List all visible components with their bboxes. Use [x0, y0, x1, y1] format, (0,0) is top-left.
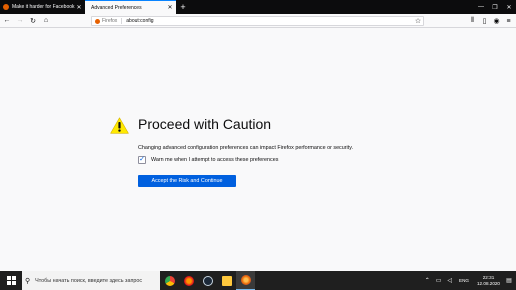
new-tab-button[interactable]: + [176, 0, 190, 14]
clock-date: 12.08.2020 [477, 280, 500, 286]
home-icon[interactable]: ⌂ [40, 15, 52, 27]
minimize-icon[interactable]: — [474, 0, 488, 14]
bookmark-star-icon[interactable]: ☆ [413, 17, 423, 25]
windows-taskbar: ⚲ Чтобы начать поиск, введите здесь запр… [0, 271, 516, 290]
close-tab-icon[interactable]: ✕ [75, 4, 83, 11]
tab-facebook-article[interactable]: Make it harder for Facebook to ✕ [0, 0, 85, 14]
close-window-icon[interactable]: ✕ [502, 0, 516, 14]
reload-icon[interactable]: ↻ [27, 15, 39, 27]
warning-icon [110, 117, 129, 134]
file-explorer-icon[interactable] [217, 271, 236, 290]
library-icon[interactable]: ⫴ [467, 15, 478, 27]
sidebar-icon[interactable]: ▯ [479, 15, 490, 27]
url-bar[interactable]: Firefox about:config ☆ [91, 16, 424, 26]
close-tab-icon[interactable]: ✕ [166, 4, 174, 11]
back-icon[interactable]: ← [1, 15, 13, 27]
menu-icon[interactable]: ≡ [503, 15, 514, 27]
system-tray: ⌃ ▭ ◁ ENG 22:31 12.08.2020 ▤ [422, 271, 516, 290]
chevron-up-icon[interactable]: ⌃ [425, 277, 430, 284]
toolbar-right: ⫴ ▯ ◉ ≡ [466, 15, 514, 27]
identity-label: Firefox [102, 18, 118, 24]
firefox-identity-icon [95, 18, 100, 24]
search-placeholder: Чтобы начать поиск, введите здесь запрос [35, 277, 143, 284]
warn-checkbox-label[interactable]: Warn me when I attempt to access these p… [151, 157, 278, 163]
chrome-icon[interactable] [160, 271, 179, 290]
start-button[interactable] [0, 271, 22, 290]
navigation-toolbar: ← → ↻ ⌂ Firefox about:config ☆ ⫴ ▯ ◉ ≡ [0, 14, 516, 28]
tab-advanced-preferences[interactable]: Advanced Preferences ✕ [85, 0, 176, 14]
tab-label: Make it harder for Facebook to [12, 4, 75, 10]
maximize-icon[interactable]: ❐ [488, 0, 502, 14]
extension-icon[interactable]: ◉ [491, 15, 502, 27]
firefox-dev-icon[interactable] [179, 271, 198, 290]
volume-icon[interactable]: ◁ [447, 277, 452, 284]
forward-icon[interactable]: → [14, 15, 26, 27]
warning-description: Changing advanced configuration preferen… [138, 145, 354, 151]
notification-icon[interactable]: ▤ [504, 277, 514, 284]
language-indicator[interactable]: ENG [459, 278, 469, 283]
warn-checkbox[interactable]: ✓ [138, 156, 146, 164]
network-icon[interactable]: ▭ [436, 277, 442, 284]
windows-logo-icon [6, 276, 16, 285]
tab-label: Advanced Preferences [91, 4, 142, 11]
page-content: Proceed with Caution Changing advanced c… [0, 29, 516, 271]
warn-checkbox-row[interactable]: ✓ Warn me when I attempt to access these… [138, 156, 278, 164]
page-title: Proceed with Caution [138, 116, 272, 132]
firefox-icon[interactable] [236, 271, 255, 290]
search-icon: ⚲ [25, 277, 31, 285]
firefox-favicon-icon [3, 4, 9, 10]
url-text[interactable]: about:config [126, 18, 413, 24]
tab-strip: Make it harder for Facebook to ✕ Advance… [0, 0, 516, 14]
clock[interactable]: 22:31 12.08.2020 [477, 275, 500, 287]
taskbar-search[interactable]: ⚲ Чтобы начать поиск, введите здесь запр… [22, 271, 160, 290]
accept-risk-button[interactable]: Accept the Risk and Continue [138, 175, 236, 187]
steam-icon[interactable] [198, 271, 217, 290]
